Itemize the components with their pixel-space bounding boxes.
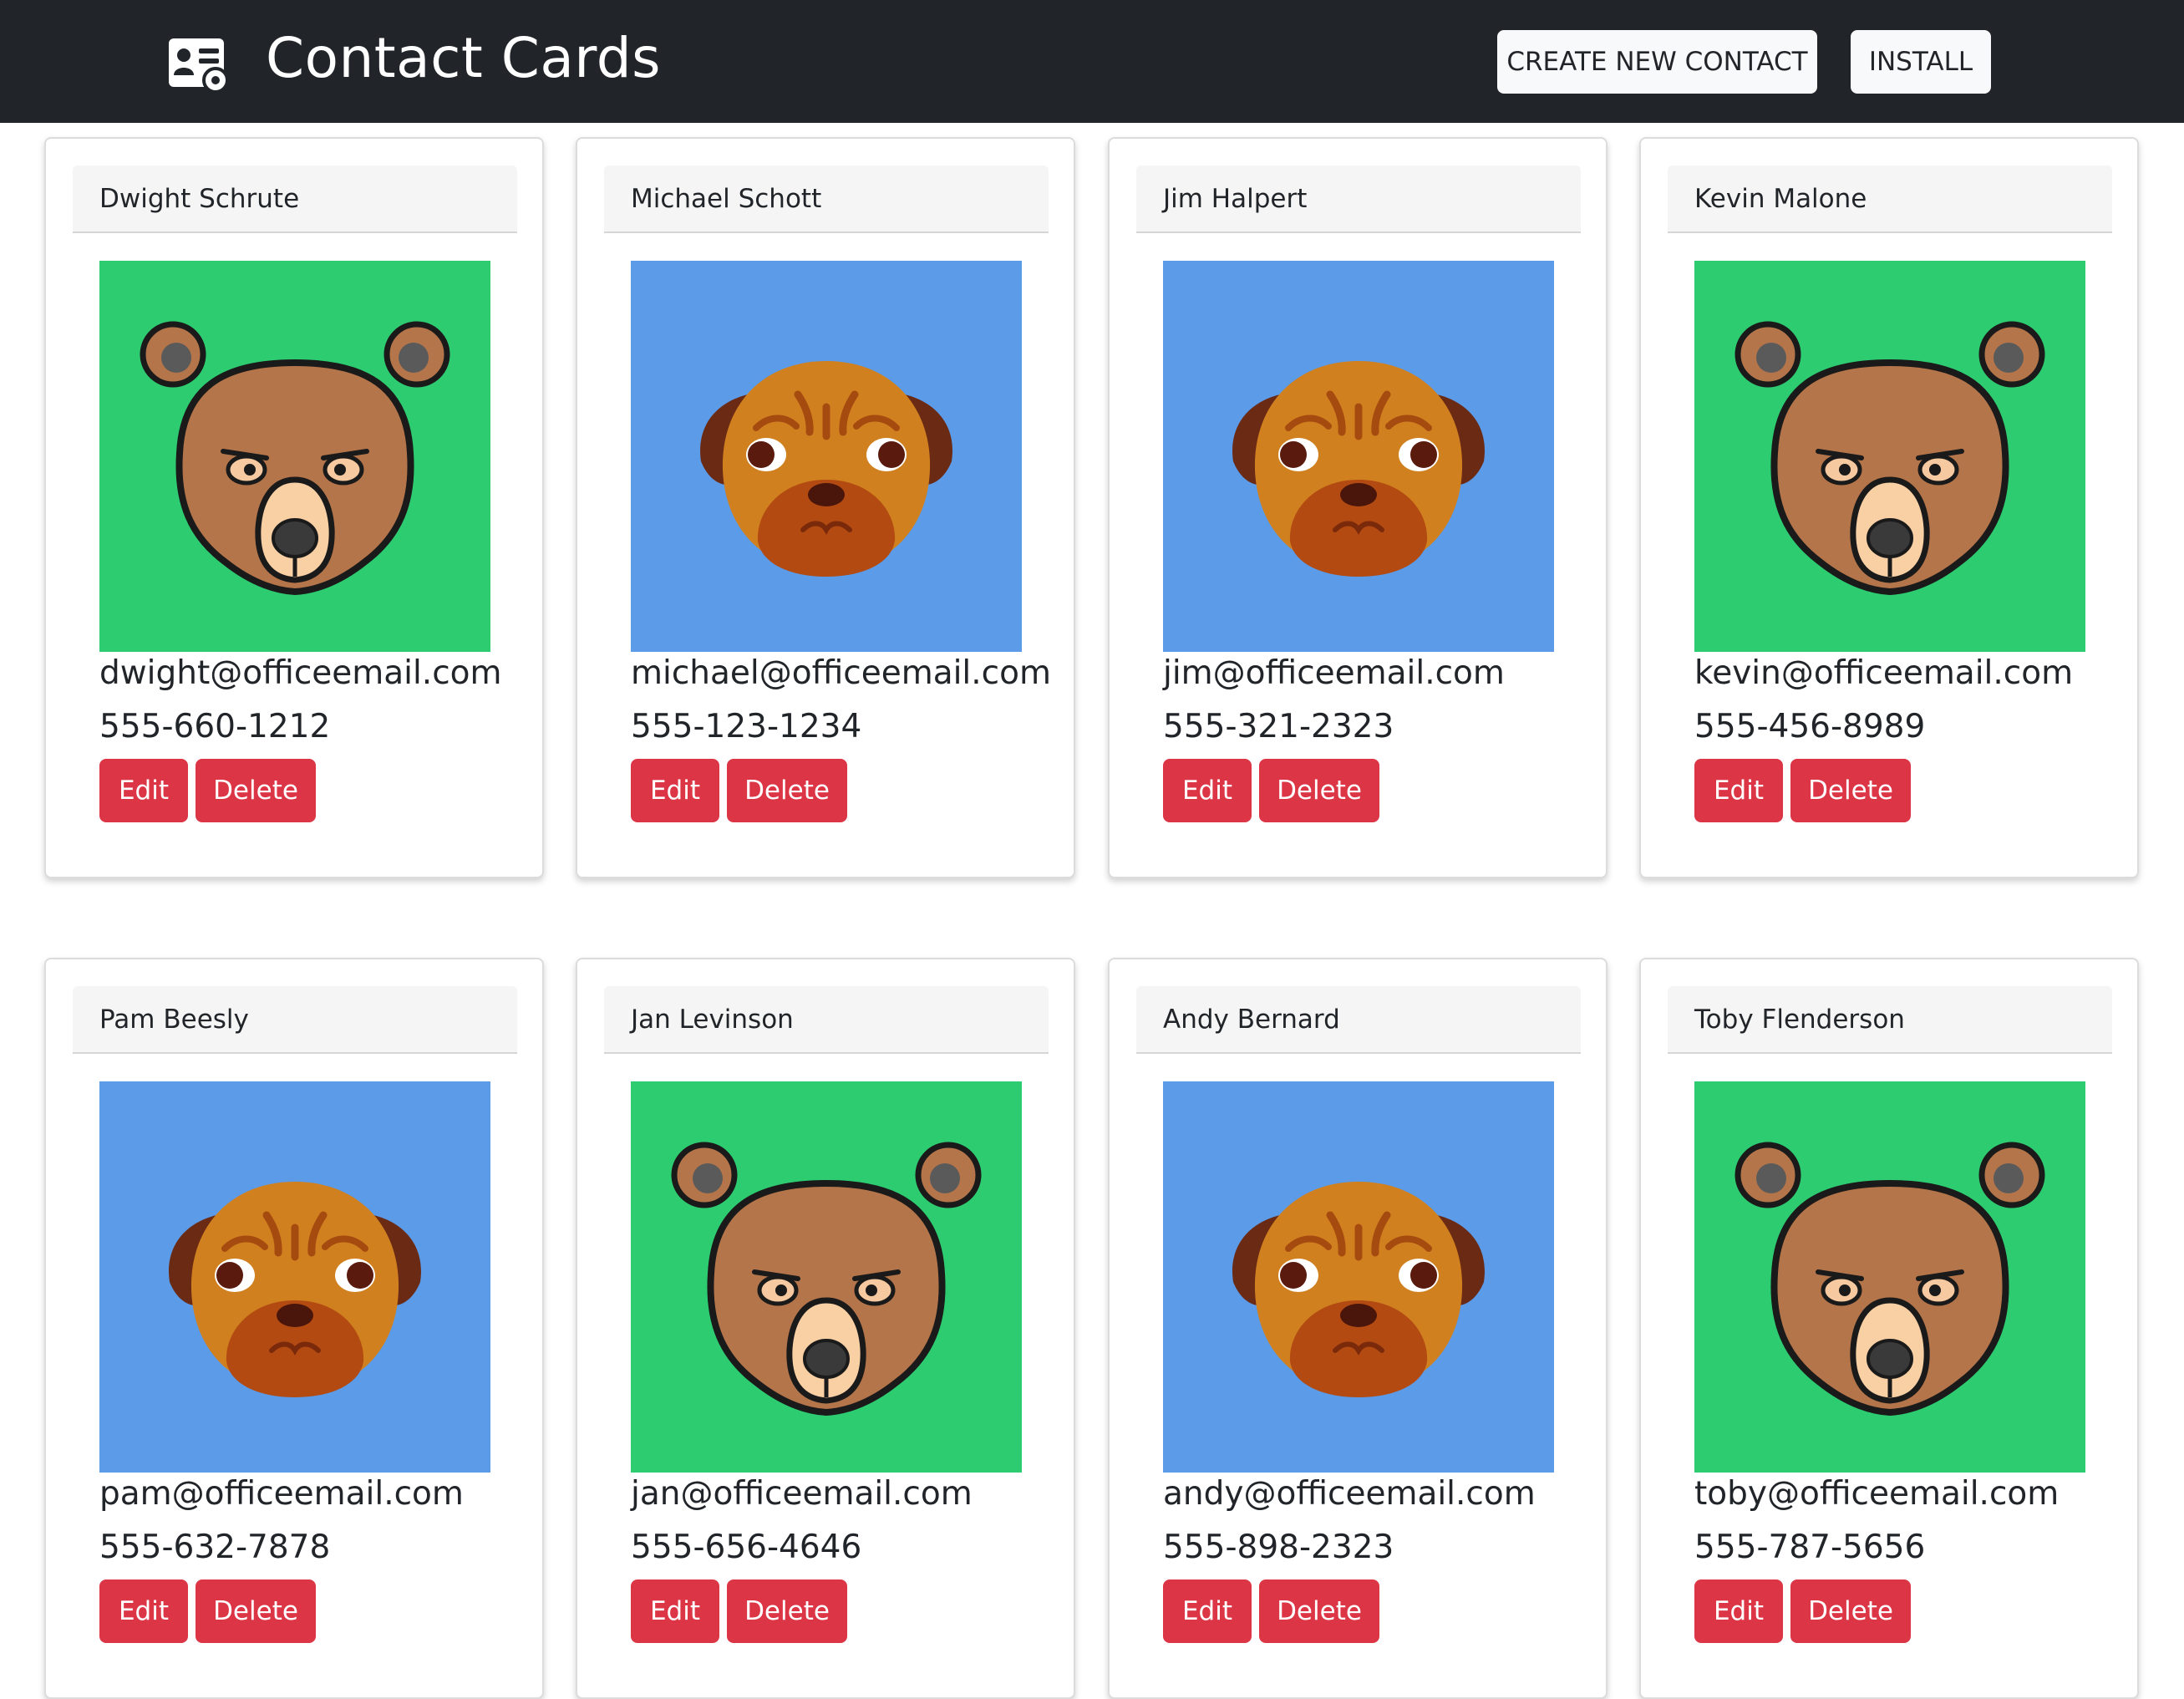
contact-name: Jim Halpert	[1136, 165, 1581, 233]
contact-card: Pam Beesly pam@officeemail.com 555-632-7…	[44, 958, 544, 1699]
contact-phone: 555-787-5656	[1694, 1529, 1926, 1566]
edit-button[interactable]: Edit	[99, 759, 188, 822]
pug-avatar-icon	[631, 261, 1022, 652]
contact-name: Jan Levinson	[604, 986, 1049, 1054]
contact-phone: 555-456-8989	[1694, 708, 1926, 745]
navbar: Contact Cards CREATE NEW CONTACT INSTALL	[0, 0, 2184, 123]
contact-card: Michael Schott michael@officeemail.com 5…	[576, 137, 1075, 878]
contact-email: dwight@officeemail.com	[99, 654, 502, 692]
edit-button[interactable]: Edit	[631, 759, 719, 822]
contact-email: toby@officeemail.com	[1694, 1475, 2060, 1513]
delete-button[interactable]: Delete	[727, 1579, 847, 1643]
bear-avatar-icon	[631, 1081, 1022, 1473]
contact-name: Michael Schott	[604, 165, 1049, 233]
delete-button[interactable]: Delete	[1790, 759, 1911, 822]
contact-email: andy@officeemail.com	[1163, 1475, 1536, 1513]
contact-name: Pam Beesly	[73, 986, 517, 1054]
contact-card: Andy Bernard andy@officeemail.com 555-89…	[1108, 958, 1608, 1699]
contact-name: Toby Flenderson	[1668, 986, 2112, 1054]
contact-name: Andy Bernard	[1136, 986, 1581, 1054]
contact-email: jan@officeemail.com	[631, 1475, 973, 1513]
edit-button[interactable]: Edit	[99, 1579, 188, 1643]
edit-button[interactable]: Edit	[1163, 759, 1252, 822]
delete-button[interactable]: Delete	[727, 759, 847, 822]
delete-button[interactable]: Delete	[196, 1579, 316, 1643]
create-new-contact-button[interactable]: CREATE NEW CONTACT	[1497, 30, 1817, 94]
contact-name: Dwight Schrute	[73, 165, 517, 233]
contact-card-icon	[167, 35, 234, 95]
contact-phone: 555-656-4646	[631, 1529, 862, 1566]
contact-card: Toby Flenderson toby@officeemail.com 555…	[1639, 958, 2139, 1699]
pug-avatar-icon	[1163, 1081, 1554, 1473]
edit-button[interactable]: Edit	[1163, 1579, 1252, 1643]
bear-avatar-icon	[99, 261, 490, 652]
install-button[interactable]: INSTALL	[1851, 30, 1991, 94]
contact-card: Kevin Malone kevin@officeemail.com 555-4…	[1639, 137, 2139, 878]
app-title: Contact Cards	[266, 26, 662, 90]
edit-button[interactable]: Edit	[1694, 759, 1783, 822]
delete-button[interactable]: Delete	[1259, 759, 1379, 822]
contact-card: Dwight Schrute dwight@officeemail.com 55…	[44, 137, 544, 878]
contact-phone: 555-632-7878	[99, 1529, 331, 1566]
contact-email: michael@officeemail.com	[631, 654, 1051, 692]
bear-avatar-icon	[1694, 261, 2085, 652]
pug-avatar-icon	[99, 1081, 490, 1473]
edit-button[interactable]: Edit	[631, 1579, 719, 1643]
delete-button[interactable]: Delete	[1790, 1579, 1911, 1643]
edit-button[interactable]: Edit	[1694, 1579, 1783, 1643]
contact-phone: 555-123-1234	[631, 708, 862, 745]
contact-email: kevin@officeemail.com	[1694, 654, 2074, 692]
contact-email: pam@officeemail.com	[99, 1475, 464, 1513]
pug-avatar-icon	[1163, 261, 1554, 652]
contact-phone: 555-321-2323	[1163, 708, 1394, 745]
contact-card: Jan Levinson jan@officeemail.com 555-656…	[576, 958, 1075, 1699]
delete-button[interactable]: Delete	[1259, 1579, 1379, 1643]
contact-phone: 555-660-1212	[99, 708, 331, 745]
contact-card: Jim Halpert jim@officeemail.com 555-321-…	[1108, 137, 1608, 878]
contact-phone: 555-898-2323	[1163, 1529, 1394, 1566]
bear-avatar-icon	[1694, 1081, 2085, 1473]
contact-name: Kevin Malone	[1668, 165, 2112, 233]
contact-email: jim@officeemail.com	[1163, 654, 1505, 692]
delete-button[interactable]: Delete	[196, 759, 316, 822]
